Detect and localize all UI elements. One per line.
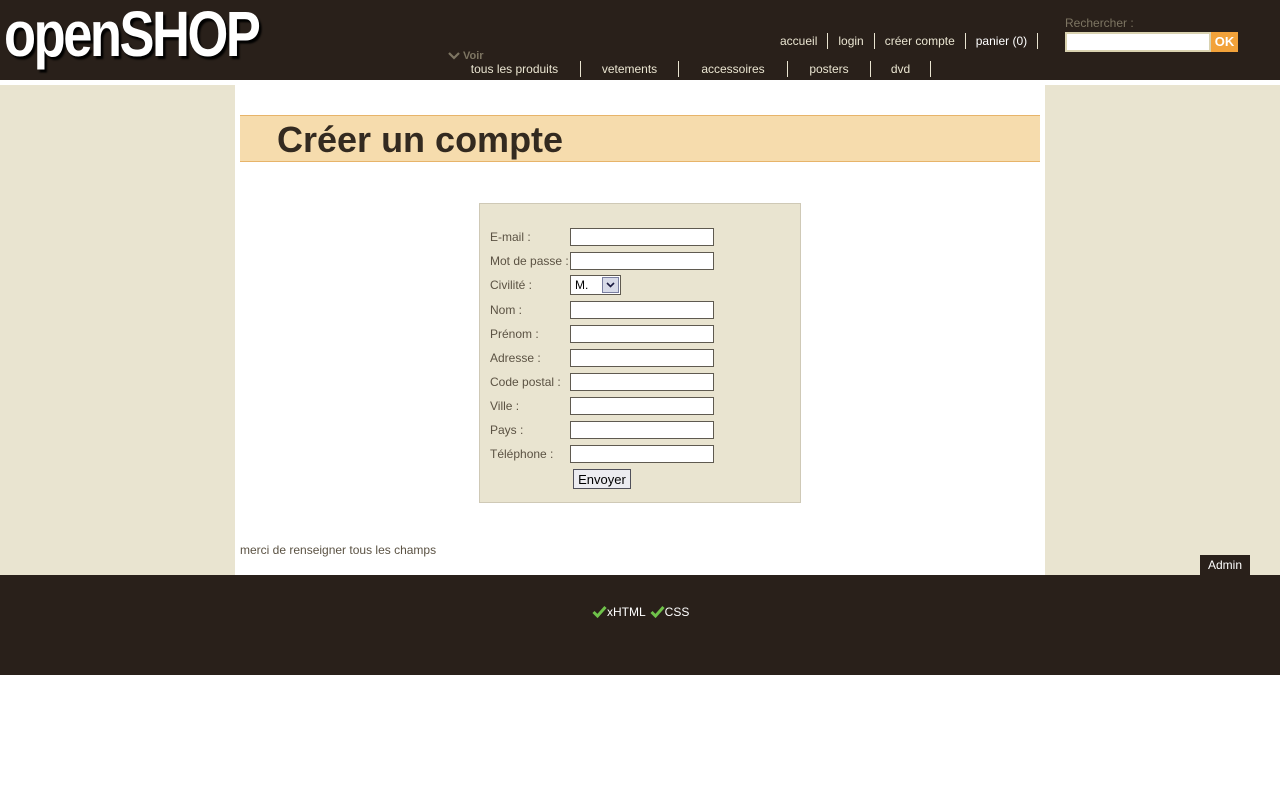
ville-field[interactable] [570, 397, 714, 415]
code-postal-field[interactable] [570, 373, 714, 391]
title-bar: Créer un compte [240, 115, 1040, 162]
form-row-email: E-mail : [490, 227, 714, 247]
form-row-nom: Nom : [490, 300, 714, 320]
nom-label: Nom : [490, 303, 523, 317]
cat-link-vetements[interactable]: vetements [581, 61, 679, 77]
search-input[interactable] [1065, 32, 1211, 52]
form-row-ville: Ville : [490, 396, 714, 416]
search-label: Rechercher : [1065, 16, 1134, 30]
form-row-code-postal: Code postal : [490, 372, 714, 392]
cat-link-dvd[interactable]: dvd [871, 61, 931, 77]
xhtml-label: xHTML [607, 605, 646, 619]
xhtml-validator-link[interactable]: xHTML [592, 605, 646, 619]
right-sidebar [1045, 85, 1280, 575]
validator-links: xHTML CSS [592, 605, 689, 619]
password-label: Mot de passe : [490, 254, 569, 268]
pays-label: Pays : [490, 423, 524, 437]
cat-link-accessoires[interactable]: accessoires [679, 61, 788, 77]
form-row-civilite: Civilité : M. [490, 275, 621, 295]
pays-field[interactable] [570, 421, 714, 439]
css-validator-link[interactable]: CSS [650, 605, 690, 619]
code-postal-label: Code postal : [490, 375, 561, 389]
form-row-adresse: Adresse : [490, 348, 714, 368]
admin-button[interactable]: Admin [1200, 555, 1250, 575]
prenom-label: Prénom : [490, 327, 539, 341]
nav-link-accueil[interactable]: accueil [770, 33, 829, 49]
email-label: E-mail : [490, 230, 531, 244]
adresse-field[interactable] [570, 349, 714, 367]
form-note: merci de renseigner tous les champs [240, 543, 437, 557]
site-header: openSHOP accueil login créer compte pani… [0, 0, 1280, 80]
email-field[interactable] [570, 228, 714, 246]
form-row-telephone: Téléphone : [490, 444, 714, 464]
civilite-value: M. [575, 278, 589, 292]
adresse-label: Adresse : [490, 351, 541, 365]
form-row-prenom: Prénom : [490, 324, 714, 344]
telephone-field[interactable] [570, 445, 714, 463]
chevron-down-icon[interactable] [602, 277, 619, 293]
site-logo[interactable]: openSHOP [4, 0, 261, 74]
nav-link-login[interactable]: login [828, 33, 875, 49]
envoyer-button[interactable]: Envoyer [573, 469, 631, 489]
checkmark-icon [650, 606, 665, 619]
cat-link-posters[interactable]: posters [788, 61, 871, 77]
left-sidebar [0, 85, 235, 575]
search-ok-button[interactable]: OK [1211, 32, 1238, 52]
form-row-pays: Pays : [490, 420, 714, 440]
cat-link-tous-les-produits[interactable]: tous les produits [449, 61, 581, 77]
ville-label: Ville : [490, 399, 520, 413]
checkmark-icon [592, 606, 607, 619]
telephone-label: Téléphone : [490, 447, 554, 461]
signup-form: E-mail : Mot de passe : Civilité : M. No… [479, 203, 801, 503]
civilite-label: Civilité : [490, 278, 533, 292]
nom-field[interactable] [570, 301, 714, 319]
category-nav: tous les produits vetements accessoires … [449, 61, 931, 77]
css-label: CSS [664, 605, 690, 619]
form-row-password: Mot de passe : [490, 251, 714, 271]
site-footer: xHTML CSS [0, 575, 1280, 675]
nav-link-panier[interactable]: panier (0) [966, 33, 1039, 49]
page-title: Créer un compte [277, 119, 564, 160]
chevron-down-icon [448, 52, 460, 60]
nav-link-creer-compte[interactable]: créer compte [875, 33, 966, 49]
prenom-field[interactable] [570, 325, 714, 343]
top-nav: accueil login créer compte panier (0) [770, 33, 1039, 49]
civilite-select[interactable]: M. [570, 275, 621, 295]
password-field[interactable] [570, 252, 714, 270]
